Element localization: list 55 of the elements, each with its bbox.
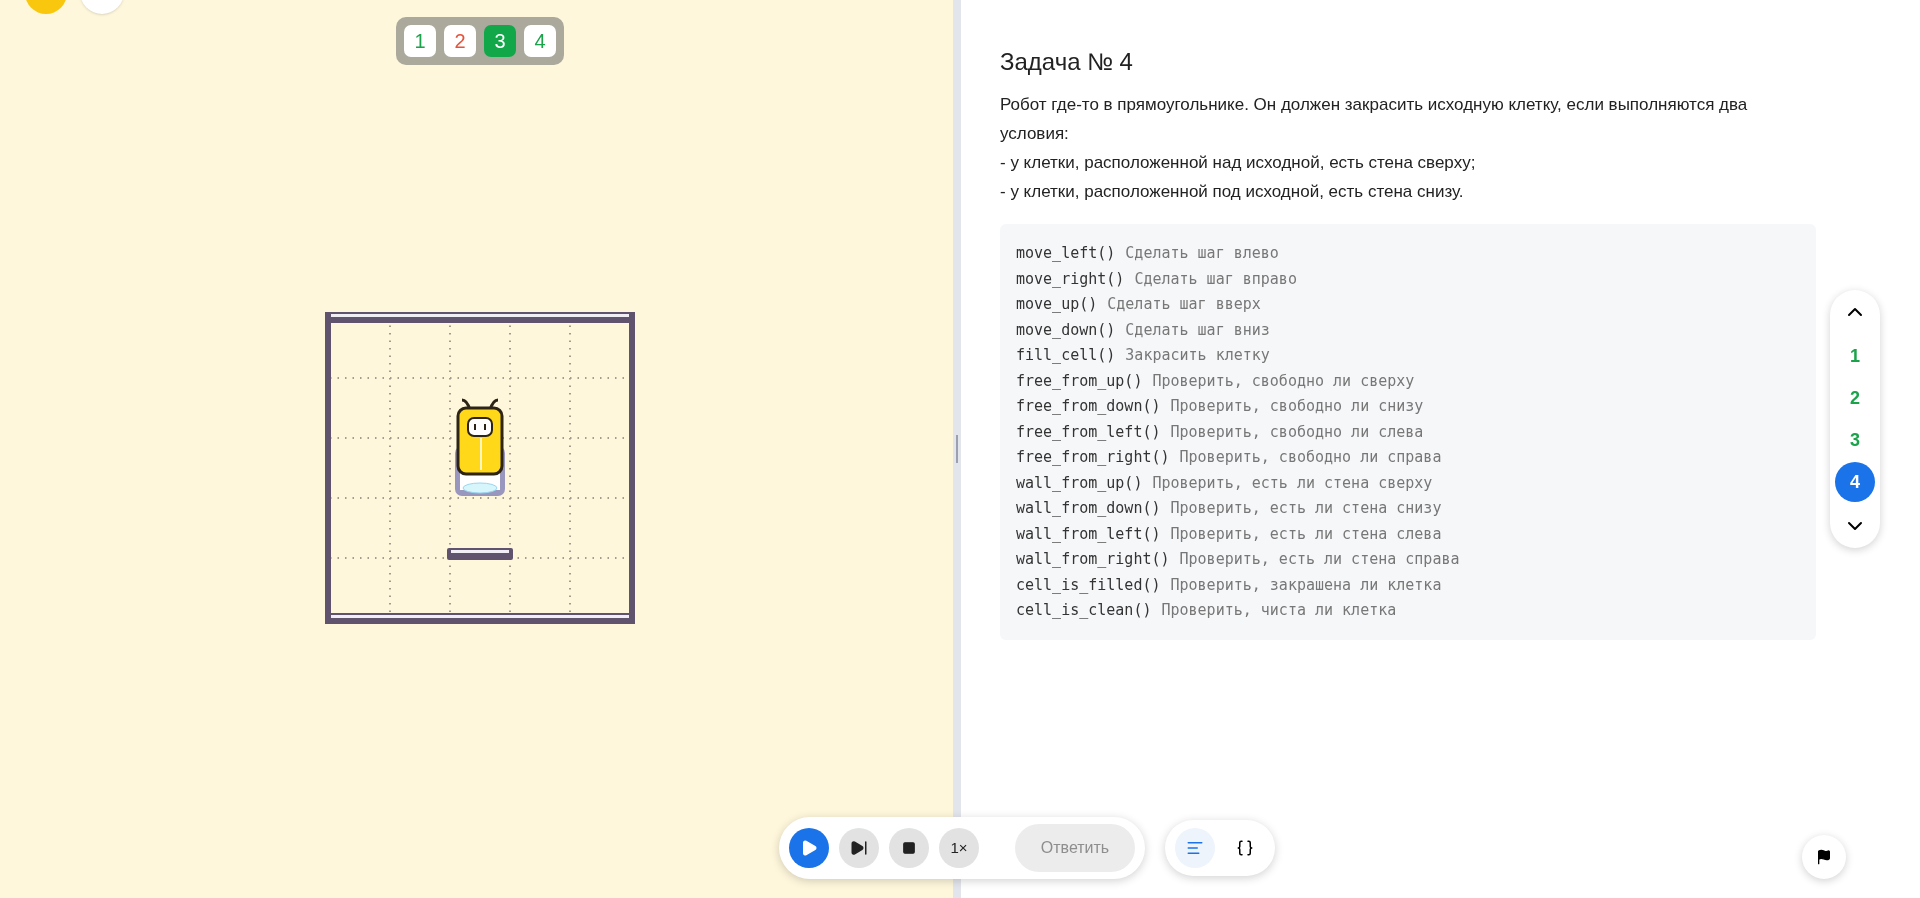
task-description: - у клетки, расположенной под исходной, есть стена снизу. [1000, 181, 1465, 203]
run-button[interactable] [789, 828, 829, 868]
command-description: Проверить, свободно ли снизу [1170, 396, 1424, 417]
step-icon [850, 839, 868, 857]
command-description: Проверить, свободно ли сверху [1152, 370, 1415, 392]
command-name: cell_is_clean() [1016, 600, 1152, 621]
command-description: Проверить, есть ли стена справа [1179, 549, 1460, 570]
level-tab[interactable]: 1 [404, 25, 436, 57]
text-lines-icon [1186, 839, 1204, 857]
command-description: Сделать шаг вправо [1134, 268, 1297, 290]
task-number[interactable]: 1 [1835, 336, 1875, 376]
command-name: wall_from_up() [1016, 472, 1143, 494]
stop-button[interactable] [889, 828, 929, 868]
task-description: - у клетки, расположенной над исходной, есть стена сверху; [1000, 152, 1477, 174]
command-name: fill_cell() [1016, 345, 1116, 366]
command-description: Проверить, свободно ли справа [1179, 447, 1442, 468]
braces-icon [1236, 839, 1254, 857]
command-name: free_from_up() [1016, 370, 1143, 392]
task-title: Задача № 4 [1000, 47, 1134, 77]
command-name: free_from_right() [1016, 447, 1170, 468]
command-description: Проверить, есть ли стена снизу [1170, 498, 1442, 519]
step-button[interactable] [839, 828, 879, 868]
level-tab[interactable]: 2 [444, 25, 476, 57]
command-name: free_from_left() [1016, 421, 1161, 443]
stop-icon [902, 841, 916, 855]
flag-button[interactable] [1802, 835, 1846, 879]
command-description: Проверить, закрашена ли клетка [1170, 574, 1442, 596]
command-name: move_up() [1016, 294, 1098, 315]
command-description: Закрасить клетку [1125, 345, 1270, 366]
command-name: move_left() [1016, 243, 1116, 264]
task-number[interactable]: 2 [1835, 378, 1875, 418]
command-name: wall_from_left() [1016, 523, 1161, 545]
flag-icon [1816, 849, 1832, 865]
command-description: Проверить, есть ли стена сверху [1152, 472, 1433, 494]
command-name: wall_from_down() [1016, 498, 1161, 519]
command-description: Сделать шаг влево [1125, 243, 1279, 264]
command-name: move_right() [1016, 268, 1125, 290]
command-name: cell_is_filled() [1016, 574, 1161, 596]
command-name: wall_from_right() [1016, 549, 1170, 570]
command-description: Проверить, чиста ли клетка [1161, 600, 1397, 621]
level-tab[interactable]: 3 [484, 25, 516, 57]
command-description: Проверить, свободно ли слева [1170, 421, 1424, 443]
level-tab[interactable]: 4 [524, 25, 556, 57]
command-name: free_from_down() [1016, 396, 1161, 417]
command-description: Проверить, есть ли стена слева [1170, 523, 1442, 545]
task-description: Робот где-то в прямоугольнике. Он должен закрасить исходную клетку, если выполняются два условия: [1000, 94, 1749, 145]
command-description: Сделать шаг вверх [1107, 294, 1261, 315]
text-view-tab[interactable] [1175, 828, 1215, 868]
command-description: Сделать шаг вниз [1125, 319, 1270, 341]
task-number[interactable]: 3 [1835, 420, 1875, 460]
play-icon [800, 839, 818, 857]
task-number[interactable]: 4 [1835, 462, 1875, 502]
command-name: move_down() [1016, 319, 1116, 341]
speed-button[interactable]: 1× [939, 828, 979, 868]
wall [447, 548, 513, 560]
